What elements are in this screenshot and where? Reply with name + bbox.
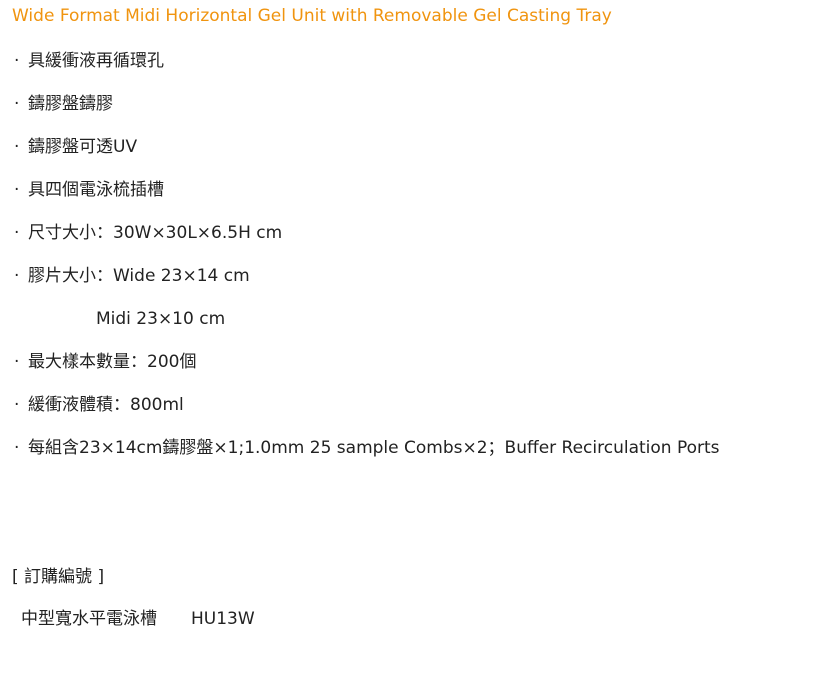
feature-item-continuation: Midi 23×10 cm: [14, 306, 720, 349]
feature-item: · 膠片大小：Wide 23×14 cm: [14, 263, 720, 306]
ordering-row: 中型寬水平電泳槽 HU13W: [21, 606, 255, 633]
feature-text: 具四個電泳梳插槽: [28, 180, 164, 200]
feature-item: · 鑄膠盤鑄膠: [14, 91, 720, 134]
feature-item: · 每組含23×14cm鑄膠盤×1;1.0mm 25 sample Combs×2…: [14, 435, 720, 478]
ordering-product-name: 中型寬水平電泳槽: [21, 609, 157, 629]
ordering-product-code: HU13W: [191, 609, 255, 629]
feature-text: 每組含23×14cm鑄膠盤×1;1.0mm 25 sample Combs×2；…: [28, 438, 720, 458]
feature-item: · 具四個電泳梳插槽: [14, 177, 720, 220]
feature-list: · 具緩衝液再循環孔 · 鑄膠盤鑄膠 · 鑄膠盤可透UV · 具四個電泳梳插槽 · 尺寸大…: [14, 48, 720, 478]
feature-text: 最大樣本數量：200個: [28, 352, 197, 372]
feature-text: 尺寸大小：30W×30L×6.5H cm: [28, 223, 283, 243]
feature-text: 鑄膠盤鑄膠: [28, 94, 113, 114]
feature-item: · 最大樣本數量：200個: [14, 349, 720, 392]
bullet: ·: [14, 352, 20, 372]
bullet: ·: [14, 266, 20, 286]
bullet: ·: [14, 438, 20, 458]
bullet: ·: [14, 94, 20, 114]
feature-item: · 緩衝液體積：800ml: [14, 392, 720, 435]
ordering-heading: [ 訂購編號 ]: [12, 567, 105, 587]
feature-item: · 尺寸大小：30W×30L×6.5H cm: [14, 220, 720, 263]
feature-text: 緩衝液體積：800ml: [28, 395, 184, 415]
bullet: ·: [14, 395, 20, 415]
product-title: Wide Format Midi Horizontal Gel Unit wit…: [12, 6, 612, 26]
bullet: ·: [14, 180, 20, 200]
feature-text: 膠片大小：Wide 23×14 cm: [28, 266, 250, 286]
bullet: ·: [14, 51, 20, 71]
feature-item: · 鑄膠盤可透UV: [14, 134, 720, 177]
bullet: ·: [14, 137, 20, 157]
feature-text: 鑄膠盤可透UV: [28, 137, 138, 157]
feature-text: 具緩衝液再循環孔: [28, 51, 164, 71]
feature-item: · 具緩衝液再循環孔: [14, 48, 720, 91]
feature-text: Midi 23×10 cm: [96, 309, 226, 329]
bullet: ·: [14, 223, 20, 243]
